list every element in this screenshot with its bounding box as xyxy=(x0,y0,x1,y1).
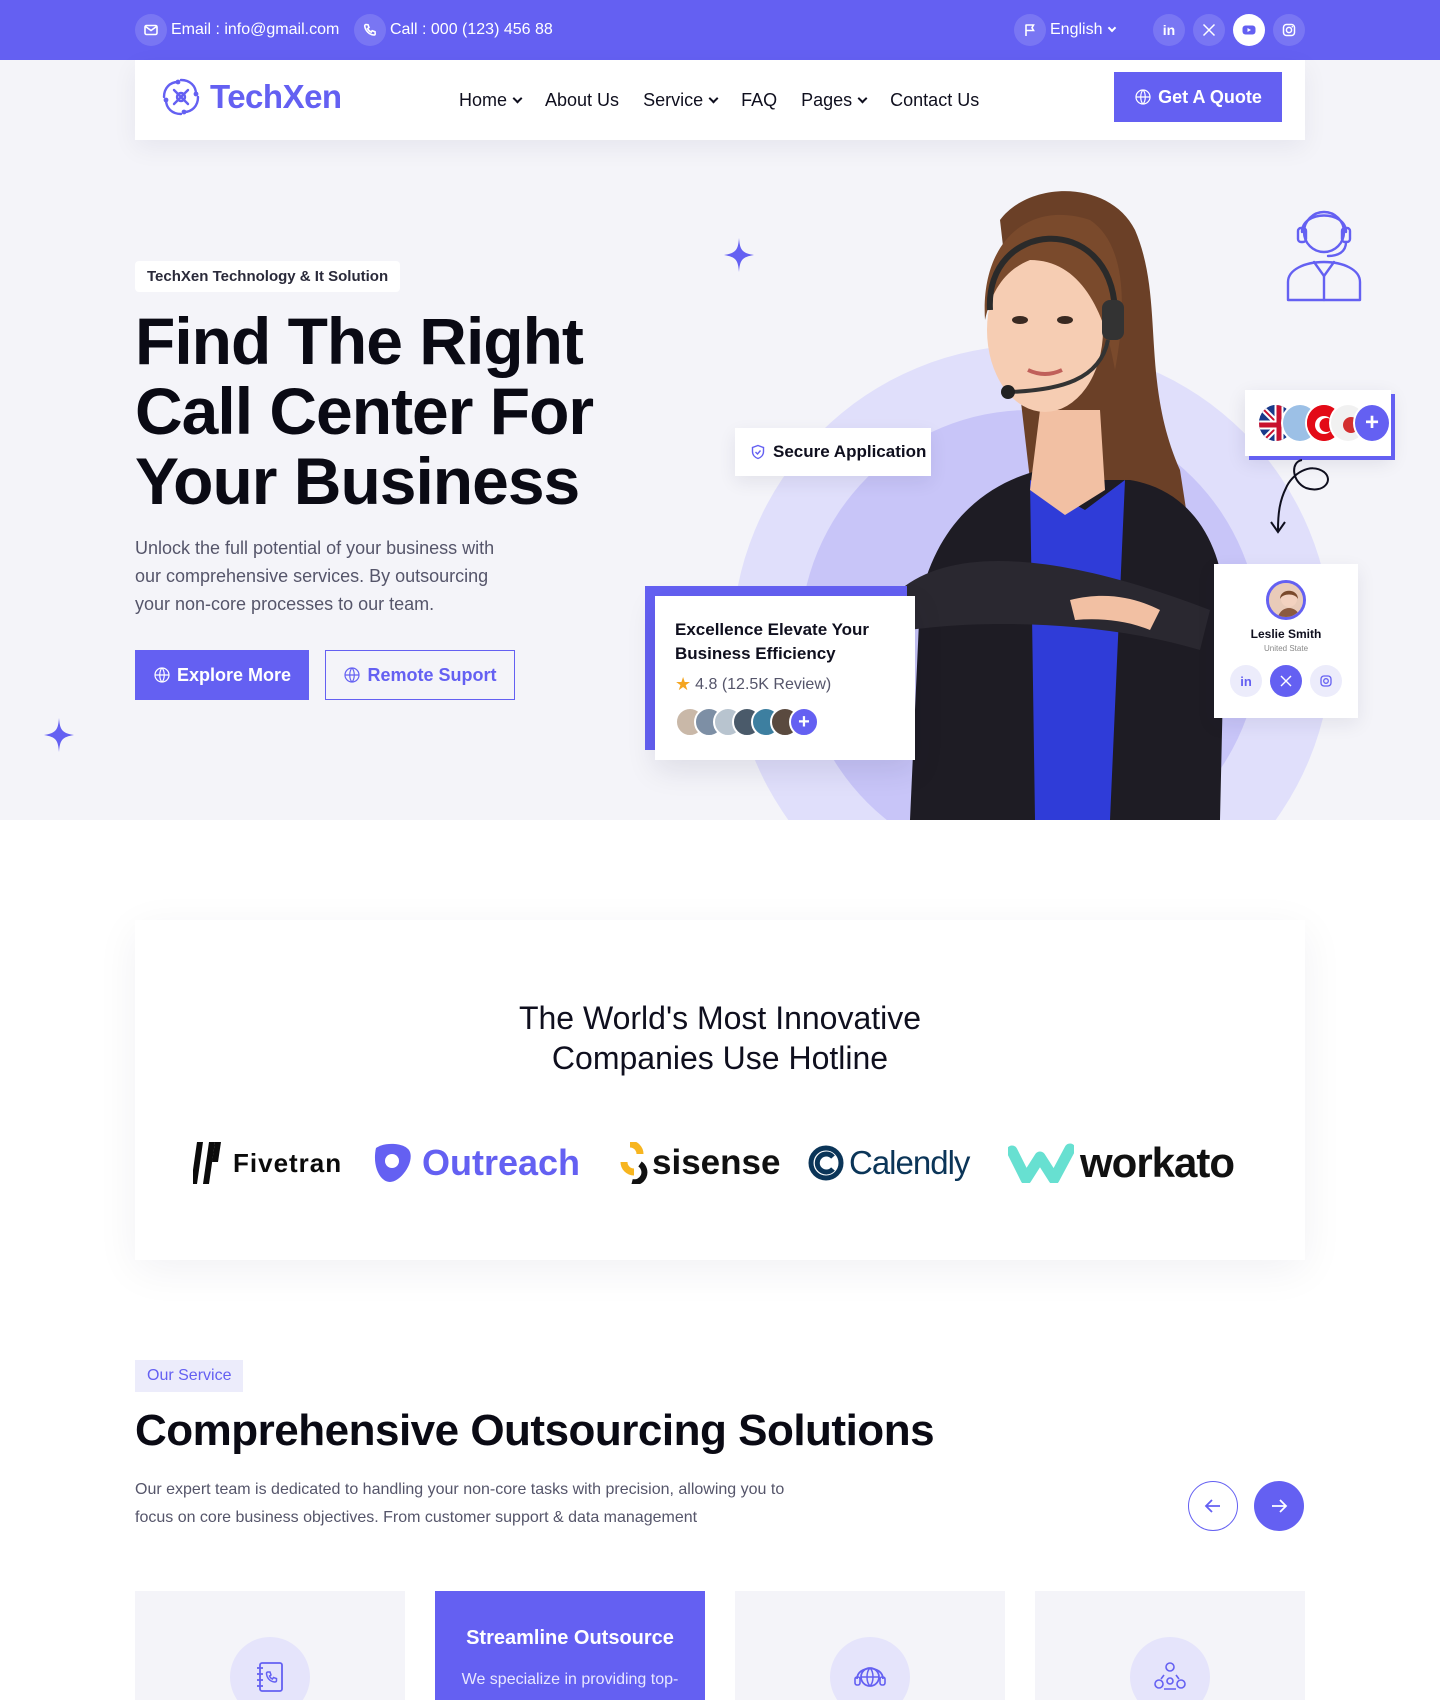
instagram-icon[interactable] xyxy=(1310,665,1342,697)
reviewer-avatars: + xyxy=(675,707,895,737)
globe-icon xyxy=(1135,89,1151,105)
remote-support-button[interactable]: Remote Suport xyxy=(325,650,515,700)
carousel-prev-button[interactable] xyxy=(1188,1481,1238,1531)
explore-more-button[interactable]: Explore More xyxy=(135,650,309,700)
phone-icon xyxy=(354,14,386,46)
phone-contact[interactable]: Call : 000 (123) 456 88 xyxy=(354,14,553,46)
client-logos-section: The World's Most Innovative Companies Us… xyxy=(135,920,1305,1260)
review-rating: ★ 4.8 (12.5K Review) xyxy=(675,674,832,694)
chevron-down-icon xyxy=(512,93,523,103)
sisense-mark-icon xyxy=(620,1142,648,1184)
sparkle-icon xyxy=(44,718,74,752)
add-reviewer-button[interactable]: + xyxy=(789,707,819,737)
hero-description: Unlock the full potential of your busine… xyxy=(135,538,495,614)
get-a-quote-button[interactable]: Get A Quote xyxy=(1114,72,1282,122)
services-title: Comprehensive Outsourcing Solutions xyxy=(135,1406,935,1455)
language-flags-card: + xyxy=(1245,390,1391,456)
mail-icon xyxy=(135,14,167,46)
calendly-mark-icon xyxy=(808,1145,844,1181)
service-card-active[interactable]: Streamline Outsource We specialize in pr… xyxy=(435,1591,705,1700)
arrow-right-icon xyxy=(1272,1499,1288,1513)
chevron-down-icon xyxy=(857,93,868,103)
member-name: Leslie Smith xyxy=(1250,627,1322,641)
workato-logo[interactable]: workato xyxy=(1008,1138,1235,1188)
email-contact[interactable]: Email : info@gmail.com xyxy=(135,14,339,46)
globe-icon xyxy=(344,667,361,683)
language-selector[interactable]: English xyxy=(1014,14,1117,46)
menu-item-home[interactable]: Home xyxy=(459,88,523,112)
workato-mark-icon xyxy=(1008,1143,1074,1183)
review-card-title: Excellence Elevate Your Business Efficie… xyxy=(675,620,870,663)
avatar xyxy=(1266,580,1306,620)
arrow-left-icon xyxy=(1204,1499,1220,1513)
globe-icon xyxy=(154,667,170,683)
phone-book-icon xyxy=(230,1637,310,1700)
services-description: Our expert team is dedicated to handling… xyxy=(135,1481,785,1526)
curved-arrow-icon xyxy=(1270,459,1329,534)
hero-title: Find The Right Call Center For Your Busi… xyxy=(135,304,594,518)
brand-logo[interactable]: TechXen xyxy=(158,74,342,120)
shield-icon xyxy=(751,444,765,460)
flag-icon xyxy=(1014,14,1046,46)
menu-item-faq[interactable]: FAQ xyxy=(741,88,777,112)
menu-item-contact-us[interactable]: Contact Us xyxy=(890,88,979,112)
outreach-logo[interactable]: Outreach xyxy=(370,1138,580,1188)
customer-support-agent-icon xyxy=(1286,210,1362,302)
hero-tagline: TechXen Technology & It Solution xyxy=(135,261,401,292)
client-logo-row: Fivetran Outreach sisense Calendly worka… xyxy=(193,1138,1253,1188)
add-language-button[interactable]: + xyxy=(1353,403,1391,443)
carousel-next-button[interactable] xyxy=(1254,1481,1304,1531)
call-center-agent-image xyxy=(900,191,1225,820)
member-socials: in xyxy=(1214,665,1358,697)
linkedin-icon[interactable]: in xyxy=(1153,14,1185,46)
language-label: English xyxy=(1050,21,1103,38)
chevron-down-icon xyxy=(1108,23,1117,33)
service-card-title: Streamline Outsource xyxy=(466,1627,674,1649)
techxen-logo-icon xyxy=(162,78,200,116)
linkedin-icon[interactable]: in xyxy=(1230,665,1262,697)
service-card[interactable] xyxy=(1035,1591,1305,1700)
secure-application-badge: Secure Application xyxy=(735,428,931,476)
call-text: Call : 000 (123) 456 88 xyxy=(390,21,553,38)
menu-item-pages[interactable]: Pages xyxy=(801,88,868,112)
globe-headset-icon xyxy=(830,1637,910,1700)
calendly-logo[interactable]: Calendly xyxy=(807,1138,970,1188)
email-text: Email : info@gmail.com xyxy=(171,21,340,38)
member-location: United State xyxy=(1263,644,1309,653)
outreach-mark-icon xyxy=(374,1143,411,1182)
fivetran-logo[interactable]: Fivetran xyxy=(193,1138,342,1188)
chevron-down-icon xyxy=(708,93,719,103)
service-card[interactable] xyxy=(135,1591,405,1700)
main-navbar: TechXen Home About Us Service FAQ Pages … xyxy=(135,60,1305,140)
excellence-review-card: Excellence Elevate Your Business Efficie… xyxy=(655,596,915,760)
youtube-icon[interactable] xyxy=(1233,14,1265,46)
sparkle-icon xyxy=(724,238,754,272)
menu-item-about-us[interactable]: About Us xyxy=(545,88,619,112)
menu-item-service[interactable]: Service xyxy=(643,88,719,112)
x-icon[interactable] xyxy=(1270,665,1302,697)
x-icon[interactable] xyxy=(1193,14,1225,46)
service-card[interactable] xyxy=(735,1591,1005,1700)
sisense-logo[interactable]: sisense xyxy=(616,1138,780,1188)
services-badge: Our Service xyxy=(135,1360,244,1392)
clients-heading: The World's Most Innovative Companies Us… xyxy=(518,1000,922,1076)
fivetran-mark-icon xyxy=(193,1142,221,1184)
team-member-card: Leslie Smith United State in xyxy=(1214,564,1358,718)
star-icon: ★ xyxy=(675,674,692,694)
top-contact-bar: Email : info@gmail.com Call : 000 (123) … xyxy=(0,0,1440,60)
team-support-icon xyxy=(1130,1637,1210,1700)
service-card-text: We specialize in providing top- xyxy=(461,1671,679,1688)
main-menu: Home About Us Service FAQ Pages Contact … xyxy=(459,88,1003,112)
logo-text: TechXen xyxy=(210,78,342,115)
instagram-icon[interactable] xyxy=(1273,14,1305,46)
